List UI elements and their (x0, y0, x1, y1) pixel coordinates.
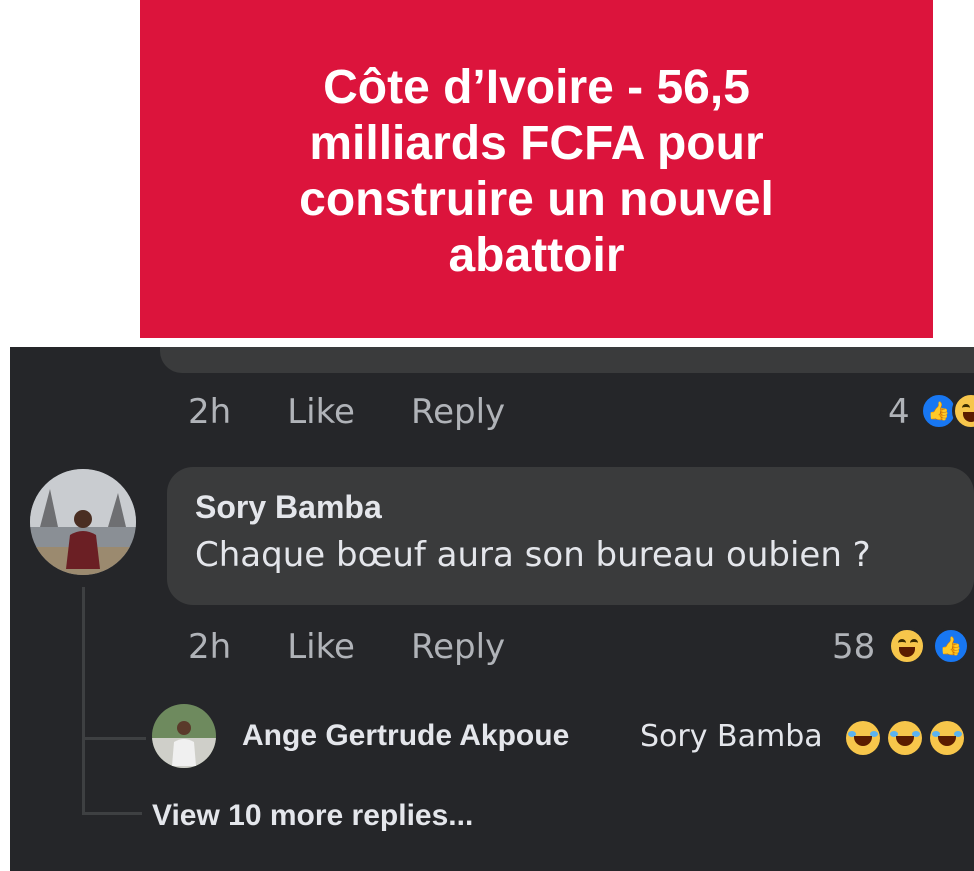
previous-comment-actions: 2h Like Reply (188, 392, 561, 432)
previous-comment-bubble (160, 347, 974, 373)
comment-time: 2h (188, 392, 232, 432)
haha-icon (888, 627, 926, 665)
headline-banner: Côte d’Ivoire - 56,5 milliards FCFA pour… (140, 0, 933, 338)
like-link[interactable]: Like (287, 392, 355, 432)
thread-branch (82, 737, 146, 740)
reaction-count[interactable]: 4 (888, 392, 910, 432)
reply-link[interactable]: Reply (411, 627, 505, 667)
comment-actions: 2h Like Reply (188, 627, 561, 667)
comment-bubble: Sory Bamba Chaque bœuf aura son bureau o… (167, 467, 974, 605)
like-link[interactable]: Like (287, 627, 355, 667)
crying-laughing-emoji (930, 721, 964, 755)
thread-line (82, 587, 85, 812)
reply-author[interactable]: Ange Gertrude Akpoue (242, 719, 569, 753)
reply-link[interactable]: Reply (411, 392, 505, 432)
comment-author[interactable]: Sory Bamba (195, 489, 382, 526)
like-icon: 👍 (932, 627, 970, 665)
avatar[interactable] (30, 469, 136, 575)
crying-laughing-emoji (888, 721, 922, 755)
reply-avatar[interactable] (152, 704, 216, 768)
reaction-count[interactable]: 58 (832, 627, 875, 667)
thread-branch (82, 812, 142, 815)
headline-title: Côte d’Ivoire - 56,5 milliards FCFA pour… (299, 61, 774, 282)
comments-section: 2h Like Reply 4 👍 Sory Bamba Chaque bœuf… (10, 347, 974, 871)
comment-text: Chaque bœuf aura son bureau oubien ? (195, 535, 871, 575)
reply-mention[interactable]: Sory Bamba (640, 719, 823, 754)
comment-time: 2h (188, 627, 232, 667)
view-more-replies-link[interactable]: View 10 more replies... (152, 799, 473, 833)
haha-icon (952, 392, 974, 430)
crying-laughing-emoji (846, 721, 880, 755)
